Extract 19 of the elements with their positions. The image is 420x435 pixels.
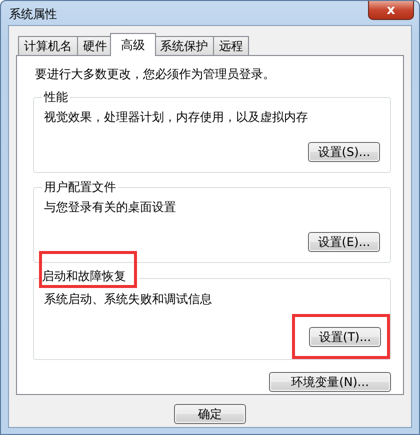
group-description: 视觉效果，处理器计划，内存使用，以及虚拟内存: [44, 109, 309, 126]
group-title: 启动和故障恢复: [42, 269, 126, 283]
close-button[interactable]: x: [368, 1, 414, 20]
group-title: 用户配置文件: [44, 180, 116, 194]
group-description: 系统启动、系统失败和调试信息: [44, 291, 213, 308]
settings-button[interactable]: 设置(T)...: [309, 327, 381, 347]
group-title: 性能: [44, 90, 68, 104]
ok-button[interactable]: 确定: [174, 404, 246, 424]
tab[interactable]: 硬件: [77, 36, 113, 55]
tab[interactable]: 计算机名: [18, 36, 78, 55]
admin-notice: 要进行大多数更改，您必须作为管理员登录。: [35, 66, 276, 83]
tab[interactable]: 系统保护: [154, 36, 214, 55]
settings-button[interactable]: 设置(E)...: [308, 232, 380, 252]
window-title: 系统属性: [9, 6, 57, 23]
settings-button[interactable]: 设置(S)...: [308, 142, 380, 162]
tab[interactable]: 远程: [213, 36, 249, 55]
tab[interactable]: 高级: [110, 33, 156, 56]
group-description: 与您登录有关的桌面设置: [44, 199, 177, 216]
environment-variables-button[interactable]: 环境变量(N)...: [269, 372, 391, 392]
